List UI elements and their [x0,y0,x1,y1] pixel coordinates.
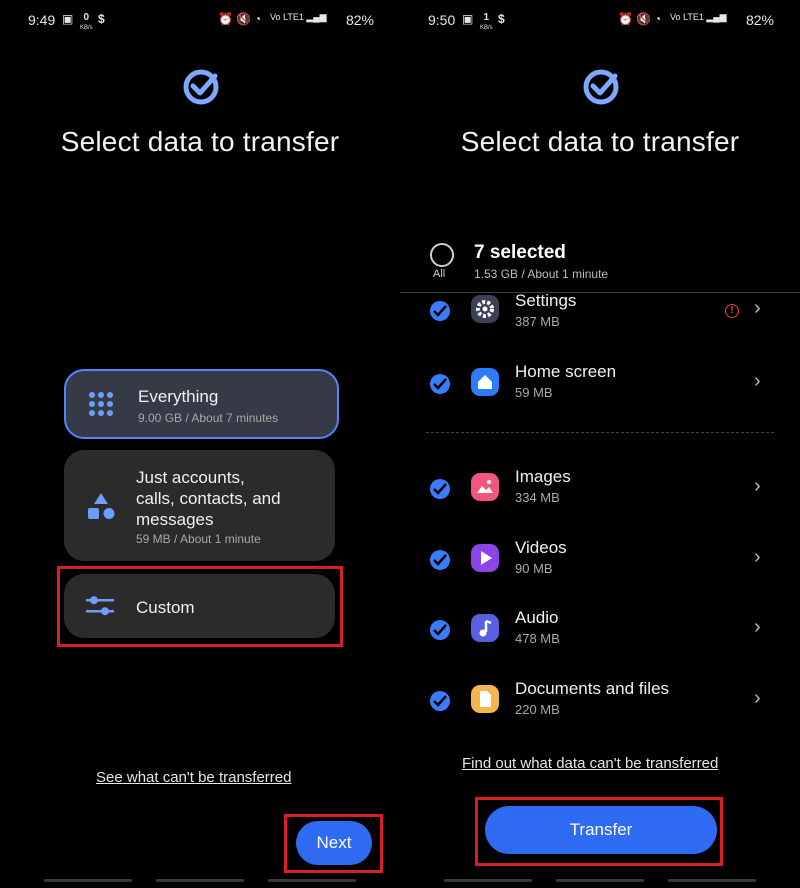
item-size: 334 MB [515,490,560,505]
list-item-settings[interactable]: Settings 387 MB ! › [400,291,800,351]
highlight-box [57,566,343,647]
option-just-accounts[interactable]: Just accounts, calls, contacts, and mess… [64,450,335,561]
nav-bar-segment [668,879,756,882]
status-time: 9:50 [428,12,456,28]
samsung-pay-icon: $ [498,12,505,26]
item-size: 387 MB [515,314,560,329]
alarm-icon: ⏰ [618,12,633,26]
battery-level: 82% [745,12,774,28]
item-name: Images [515,467,571,486]
cant-transfer-link[interactable]: Find out what data can't be transferred [462,755,718,772]
list-item-videos[interactable]: Videos 90 MB › [400,538,800,598]
item-size: 90 MB [515,561,553,576]
status-time: 9:49 [28,12,56,28]
nav-bar-segment [44,879,132,882]
chevron-right-icon: › [754,687,761,709]
images-icon [471,473,499,501]
checked-checkbox[interactable] [430,374,450,394]
highlight-box [284,814,383,873]
checked-checkbox[interactable] [430,550,450,570]
selected-summary: 1.53 GB / About 1 minute [474,267,609,281]
status-bar: 9:49 ▣ 0 KB/s $ ⏰ 🔇 ◔ Vo LTE1 ▂▄▆ 82% [0,10,400,34]
item-name: Settings [515,291,577,310]
nav-bar-segment [156,879,244,882]
option-everything[interactable]: Everything 9.00 GB / About 7 minutes [64,369,339,439]
item-size: 59 MB [515,385,553,400]
battery-level: 82% [345,12,374,28]
selected-count: 7 selected [474,242,566,263]
video-play-icon [471,544,499,572]
signal-1-icon: Vo LTE1 ▂▄▆ [270,12,327,22]
option-label: Everything [138,387,219,406]
shapes-icon [88,493,115,519]
mute-icon: 🔇 [636,12,651,26]
chevron-right-icon: › [754,616,761,638]
left-screenshot: 9:49 ▣ 0 KB/s $ ⏰ 🔇 ◔ Vo LTE1 ▂▄▆ 82% Sel… [0,0,400,888]
home-icon [471,368,499,396]
checked-checkbox[interactable] [430,479,450,499]
option-sub: 59 MB / About 1 minute [136,532,261,546]
wifi-icon: ◔ [654,12,662,26]
item-size: 478 MB [515,631,560,646]
item-name: Audio [515,608,559,627]
cant-transfer-link[interactable]: See what can't be transferred [96,769,291,786]
smart-switch-logo-icon [583,69,619,105]
select-all-label: All [433,268,446,280]
list-item-images[interactable]: Images 334 MB › [400,467,800,527]
chevron-right-icon: › [754,370,761,392]
item-name: Home screen [515,362,617,381]
network-speed: 0 KB/s [80,12,93,32]
nav-bar-segment [444,879,532,882]
chevron-right-icon: › [754,546,761,568]
select-all-checkbox[interactable] [430,243,454,267]
option-label: Just accounts, calls, contacts, and mess… [136,468,281,529]
item-name: Documents and files [515,679,670,698]
alarm-icon: ⏰ [218,12,233,26]
right-screenshot: 9:50 ▣ 1 KB/s $ ⏰ 🔇 ◔ Vo LTE1 ▂▄▆ 82% Sel… [400,0,800,888]
nav-bar-segment [268,879,356,882]
smart-switch-logo-icon [183,69,219,105]
chevron-right-icon: › [754,297,761,319]
document-icon [471,685,499,713]
grid-dots-icon [89,392,113,416]
section-divider [426,432,774,433]
chevron-right-icon: › [754,475,761,497]
signal-1-icon: Vo LTE1 ▂▄▆ [670,12,727,22]
checked-checkbox[interactable] [430,620,450,640]
highlight-box [475,797,723,866]
item-name: Videos [515,538,567,557]
page-title: Select data to transfer [60,126,340,157]
page-title: Select data to transfer [460,126,740,157]
mute-icon: 🔇 [236,12,251,26]
samsung-pay-icon: $ [98,12,105,26]
status-bar: 9:50 ▣ 1 KB/s $ ⏰ 🔇 ◔ Vo LTE1 ▂▄▆ 82% [400,10,800,34]
option-sub: 9.00 GB / About 7 minutes [138,411,279,425]
audio-note-icon [471,614,499,642]
network-speed: 1 KB/s [480,12,493,32]
settings-gear-icon [471,295,499,323]
gallery-notification-icon: ▣ [462,12,474,26]
gallery-notification-icon: ▣ [62,12,74,26]
warning-icon: ! [725,304,739,318]
list-item-audio[interactable]: Audio 478 MB › [400,608,800,668]
item-size: 220 MB [515,702,560,717]
checked-checkbox[interactable] [430,301,450,321]
wifi-icon: ◔ [254,12,262,26]
list-item-documents[interactable]: Documents and files 220 MB › [400,679,800,739]
checked-checkbox[interactable] [430,691,450,711]
nav-bar-segment [556,879,644,882]
list-item-home-screen[interactable]: Home screen 59 MB › [400,362,800,422]
